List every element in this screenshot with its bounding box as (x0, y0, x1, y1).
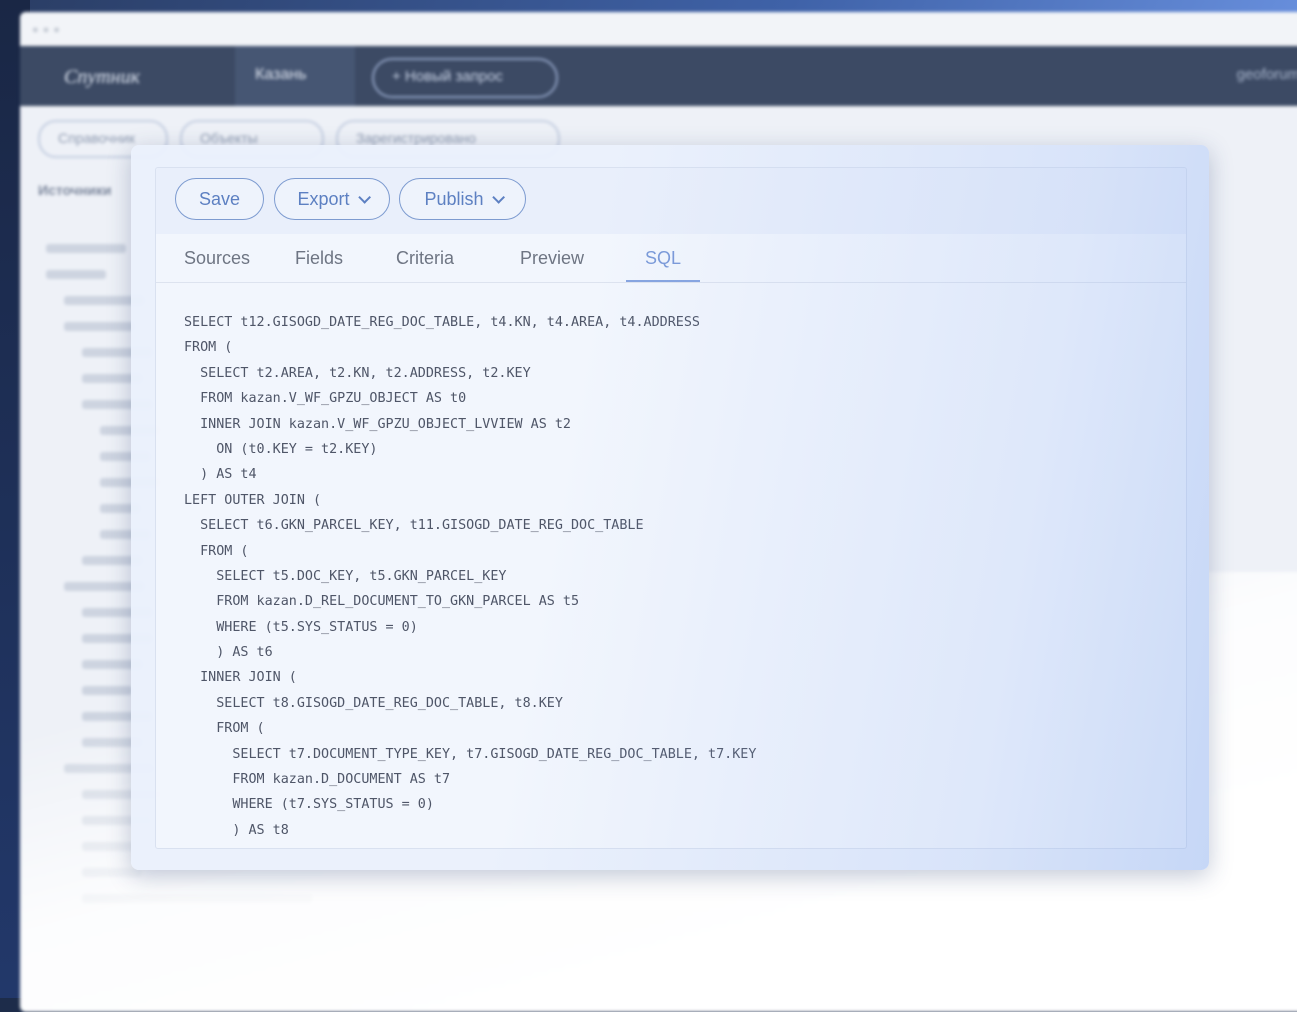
code-line: SELECT t7.DOCUMENT_TYPE_KEY, t7.GISOGD_D… (184, 746, 757, 762)
filter-chip-label: Объекты (200, 130, 258, 146)
tab-criteria[interactable]: Criteria (396, 234, 454, 282)
code-line: FROM ( (184, 340, 233, 356)
sql-code-view[interactable]: SELECT t12.GISOGD_DATE_REG_DOC_TABLE, t4… (184, 310, 1174, 843)
editor-toolbar: Save Export Publish (156, 168, 1186, 234)
user-menu[interactable]: geoforum (1237, 66, 1297, 83)
code-line: SELECT t8.GISOGD_DATE_REG_DOC_TABLE, t8.… (184, 695, 563, 711)
sidebar-title: Источники (38, 182, 112, 198)
window-controls: ●●● (32, 24, 64, 36)
code-line: SELECT t2.AREA, t2.KN, t2.ADDRESS, t2.KE… (184, 365, 531, 381)
app-header: Спутник Казань + Новый запрос geoforum (20, 46, 1297, 106)
save-label: Save (198, 188, 241, 209)
code-line: SELECT t12.GISOGD_DATE_REG_DOC_TABLE, t4… (184, 315, 700, 330)
filter-chip-label: Справочник (58, 130, 135, 146)
code-line: WHERE (t5.SYS_STATUS = 0) (184, 619, 418, 635)
editor-tabs: Sources Fields Criteria Preview SQL (156, 234, 1186, 283)
export-label: Export (297, 188, 350, 209)
publish-button[interactable]: Publish (399, 178, 526, 220)
app-logo: Спутник (64, 66, 140, 88)
code-line: FROM kazan.V_WF_GPZU_OBJECT AS t0 (184, 391, 467, 407)
code-line: INNER JOIN kazan.V_WF_GPZU_OBJECT_LVVIEW… (184, 416, 571, 432)
tab-fields[interactable]: Fields (295, 234, 343, 282)
new-query-button[interactable]: + Новый запрос (372, 58, 558, 98)
code-line: FROM ( (184, 721, 265, 737)
city-menu[interactable]: Казань (235, 46, 355, 106)
filter-chip-label: Зарегистрировано (356, 130, 476, 146)
save-button[interactable]: Save (175, 178, 264, 220)
code-line: FROM kazan.D_DOCUMENT AS t7 (184, 772, 451, 788)
tab-sql[interactable]: SQL (626, 234, 700, 282)
window-titlebar (20, 12, 1297, 46)
query-editor-panel: Save Export Publish Sources Fields Crite… (131, 145, 1209, 870)
code-line: ) AS t8 (184, 822, 289, 838)
code-line: SELECT t5.DOC_KEY, t5.GKN_PARCEL_KEY (184, 568, 507, 584)
code-line: WHERE (t7.SYS_STATUS = 0) (184, 797, 434, 813)
new-query-label: + Новый запрос (392, 68, 503, 85)
code-line: INNER JOIN ( (184, 670, 297, 686)
code-line: LEFT OUTER JOIN ( (184, 492, 322, 508)
code-line: ) AS t4 (184, 467, 257, 483)
tab-preview[interactable]: Preview (520, 234, 584, 282)
chevron-down-icon (491, 190, 505, 204)
code-line: SELECT t6.GKN_PARCEL_KEY, t11.GISOGD_DAT… (184, 518, 644, 534)
publish-label: Publish (424, 188, 484, 209)
code-line: FROM ( (184, 543, 249, 559)
code-line: ) AS t6 (184, 645, 273, 661)
city-menu-label: Казань (255, 66, 307, 83)
export-button[interactable]: Export (274, 178, 390, 220)
code-line: ON (t0.KEY = t2.KEY) (184, 441, 378, 457)
tab-sources[interactable]: Sources (184, 234, 250, 282)
chevron-down-icon (357, 190, 371, 204)
code-line: FROM kazan.D_REL_DOCUMENT_TO_GKN_PARCEL … (184, 594, 580, 610)
